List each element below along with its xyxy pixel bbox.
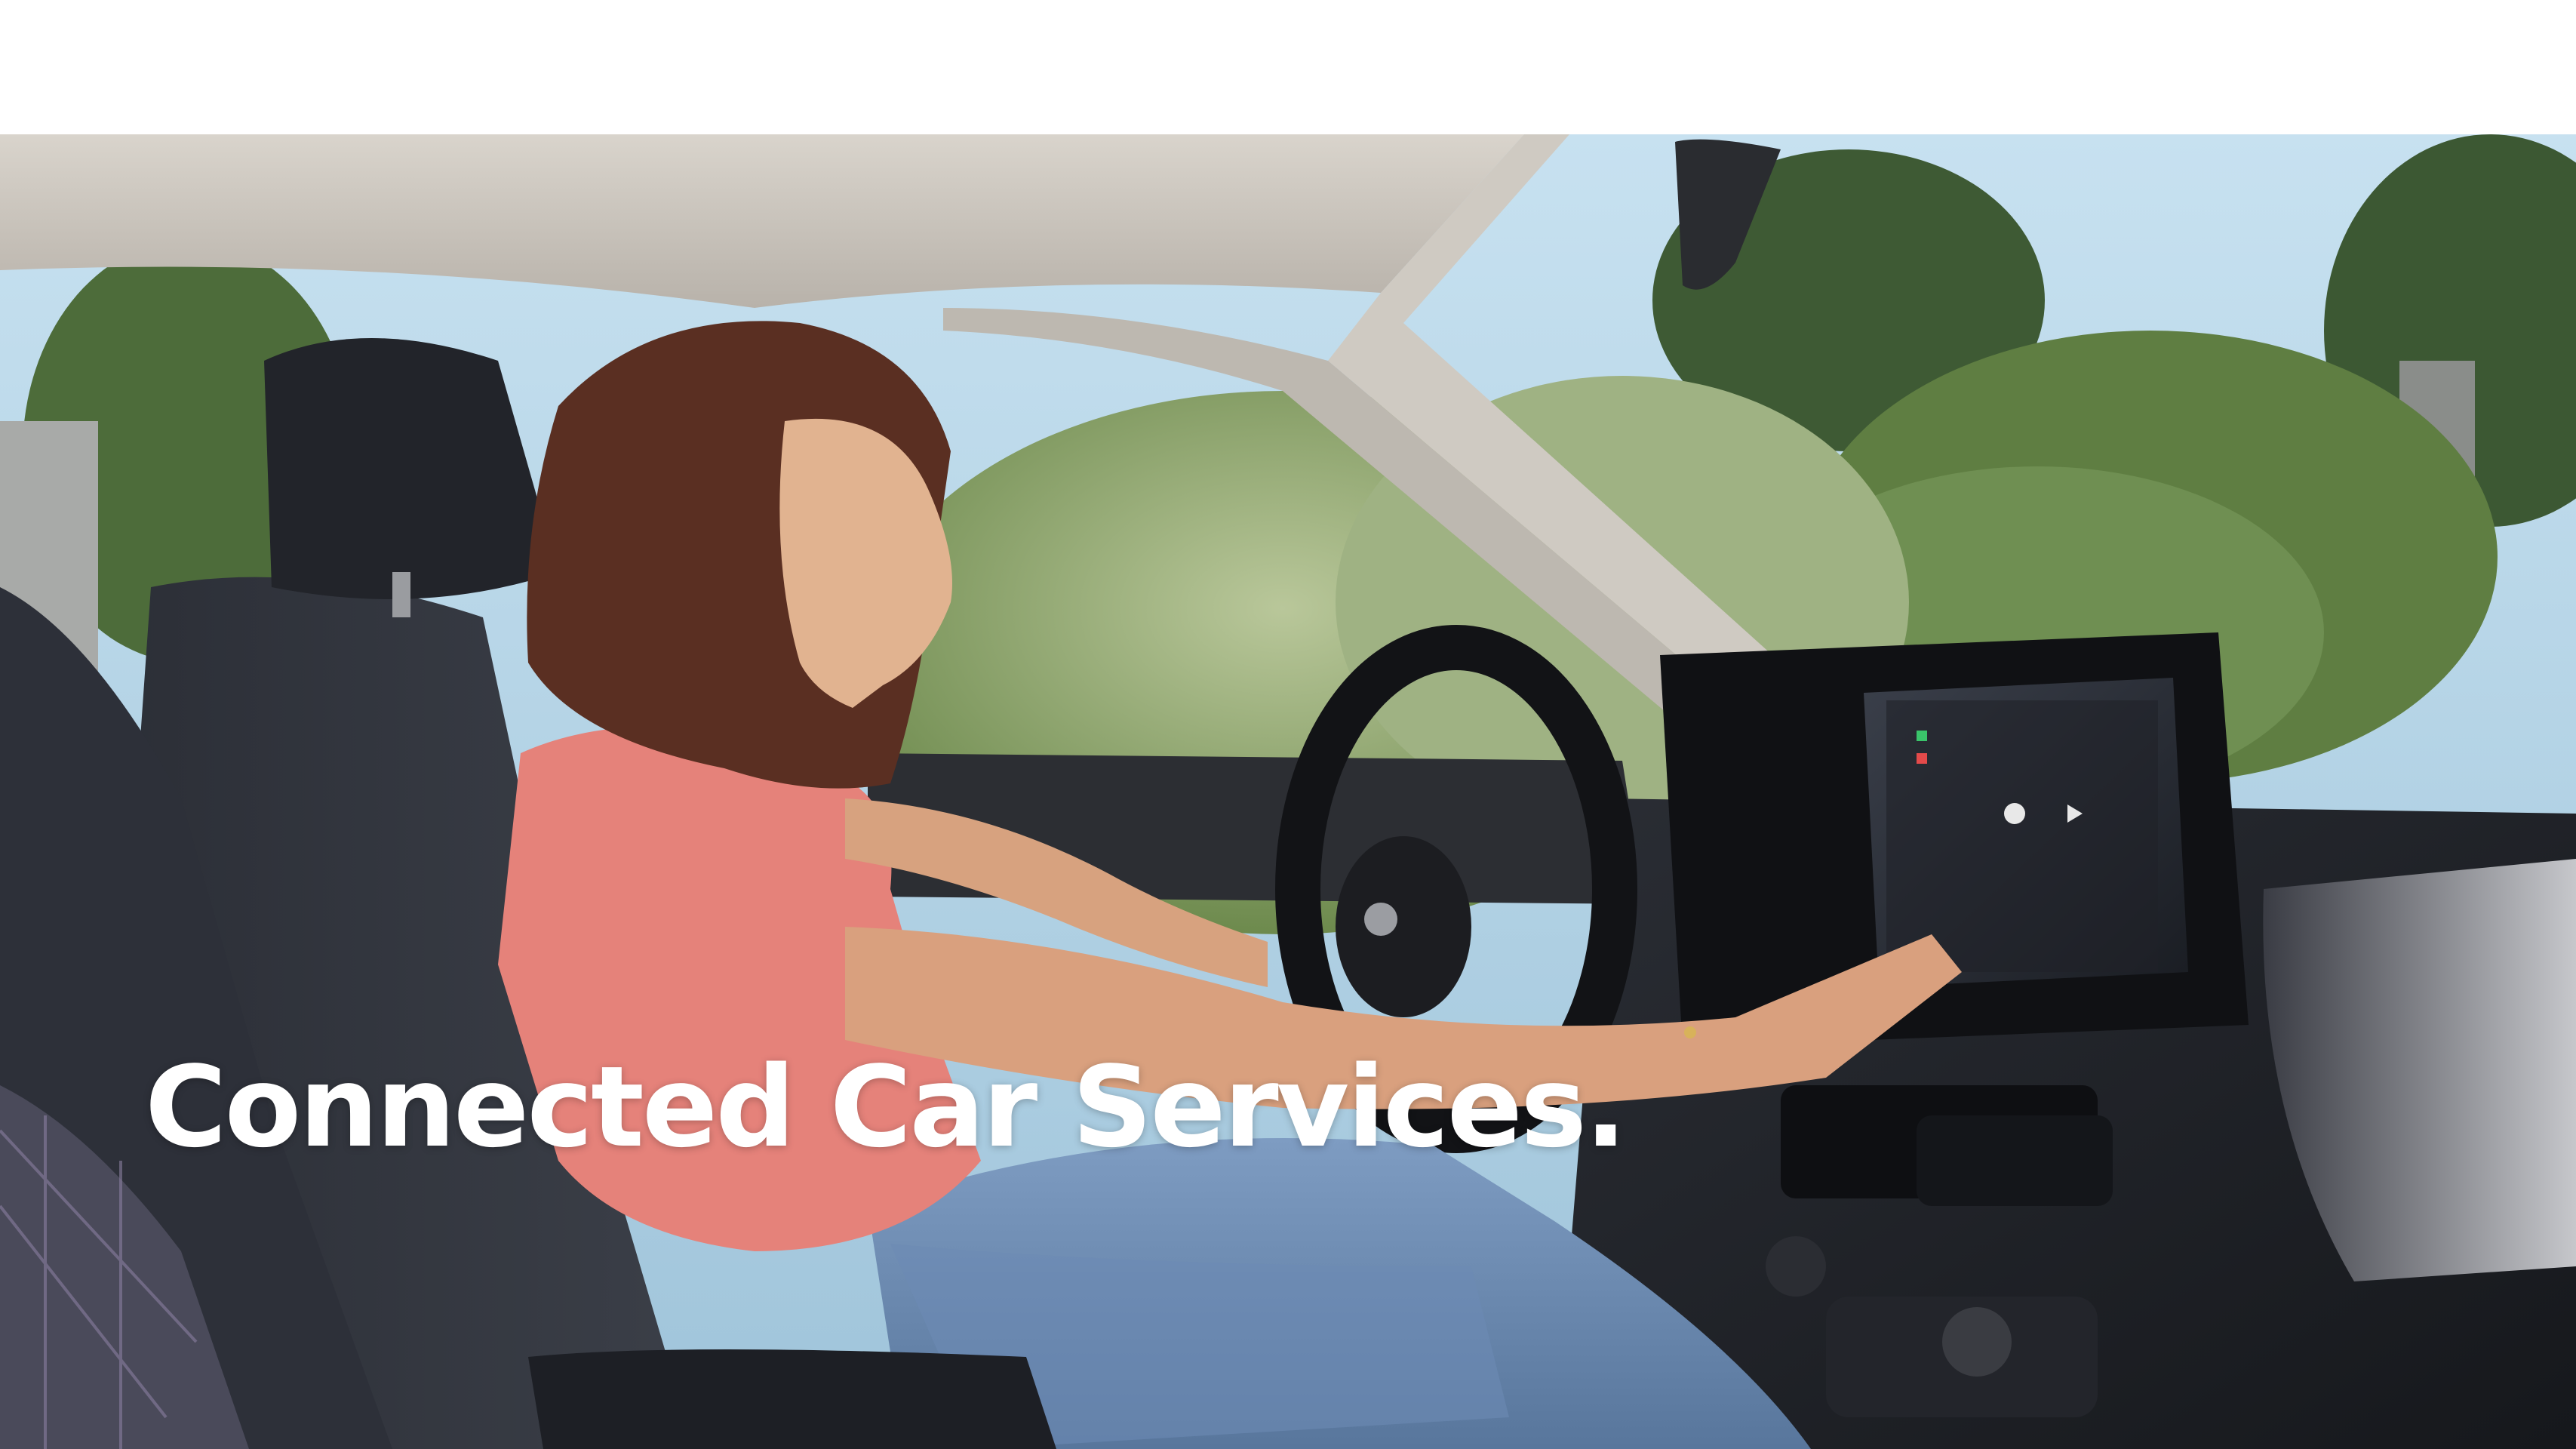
hero-banner: Connected Car Services. (0, 134, 2576, 1449)
page: Connected Car Services. (0, 0, 2576, 1449)
top-white-bar (0, 0, 2576, 134)
hero-image (0, 134, 2576, 1449)
hero-title: Connected Car Services. (145, 1042, 1627, 1172)
